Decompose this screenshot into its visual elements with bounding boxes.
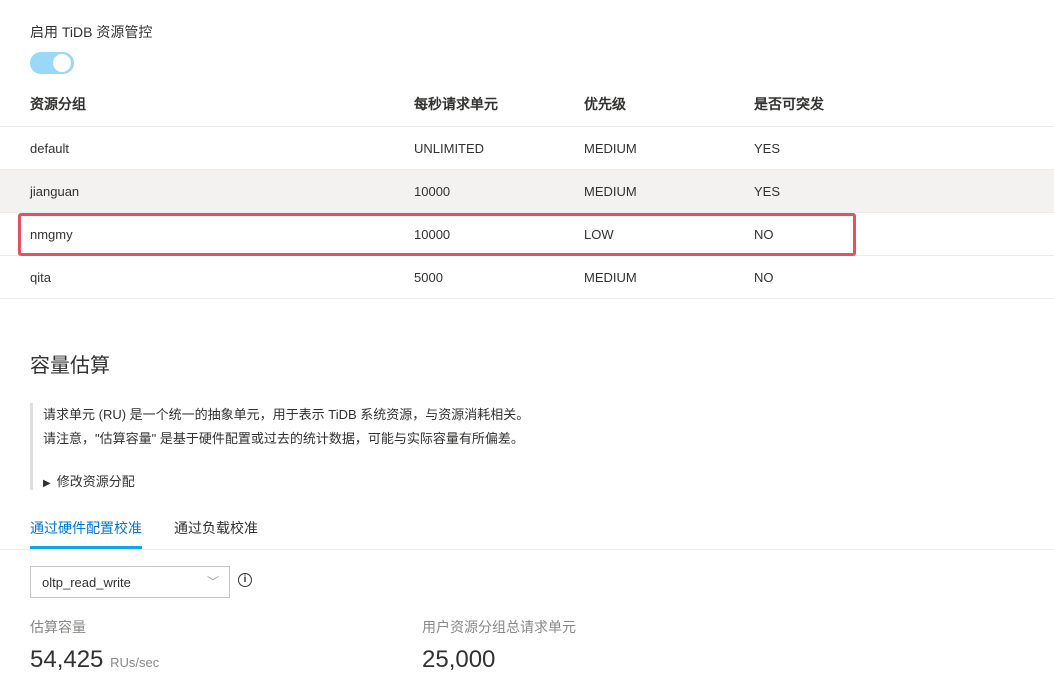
row-highlight-box [18,213,856,256]
tabs-divider [0,549,1054,550]
cell-priority: MEDIUM [584,184,637,199]
cell-burstable: YES [754,184,781,199]
note-line-2: 请注意，"估算容量" 是基于硬件配置或过去的统计数据，可能与实际容量有所偏差。 [43,431,524,446]
estimated-capacity-value: 54,425 RUs/sec [30,646,159,674]
table-row[interactable]: default UNLIMITED MEDIUM YES [0,126,1054,169]
note-line-1: 请求单元 (RU) 是一个统一的抽象单元，用于表示 TiDB 系统资源，与资源消… [43,407,530,422]
cell-ru: UNLIMITED [414,141,485,156]
cell-ru: 10000 [414,184,451,199]
cell-ru: 5000 [414,270,443,285]
expander-label: 修改资源分配 [56,474,135,489]
table-row[interactable]: qita 5000 MEDIUM NO [0,255,1054,299]
column-header-group: 资源分组 [30,96,86,112]
cell-group: jianguan [30,184,80,199]
estimated-capacity-label: 估算容量 [30,619,86,635]
cell-burstable: NO [754,270,774,285]
cell-group: default [30,141,70,156]
chevron-down-icon: ﹀ [206,575,219,589]
total-ru-value: 25,000 [422,646,496,673]
tab-workload-calibration[interactable]: 通过负载校准 [174,518,258,538]
tab-hardware-calibration[interactable]: 通过硬件配置校准 [30,518,142,538]
cell-group: qita [30,270,51,285]
estimated-unit: RUs/sec [110,655,160,670]
workload-select[interactable]: oltp_read_write ﹀ [30,566,230,598]
cell-priority: MEDIUM [584,270,637,285]
toggle-knob [53,54,71,72]
table-row[interactable]: jianguan 10000 MEDIUM YES [0,169,1054,212]
estimated-value: 54,425 [30,646,104,673]
info-icon[interactable]: i [238,573,252,587]
triangle-right-icon: ▶ [43,478,51,489]
total-ru-label: 用户资源分组总请求单元 [422,619,576,635]
cell-burstable: YES [754,141,781,156]
column-header-priority: 优先级 [584,96,626,112]
cell-priority: MEDIUM [584,141,637,156]
enable-resource-control-label: 启用 TiDB 资源管控 [30,24,153,40]
resource-control-toggle[interactable] [30,52,74,74]
note-border [30,403,33,490]
column-header-ru: 每秒请求单元 [414,96,498,112]
capacity-heading: 容量估算 [30,355,110,377]
modify-allocation-expander[interactable]: ▶ 修改资源分配 [43,471,135,490]
workload-value: oltp_read_write [42,575,131,590]
column-header-burstable: 是否可突发 [754,96,824,112]
